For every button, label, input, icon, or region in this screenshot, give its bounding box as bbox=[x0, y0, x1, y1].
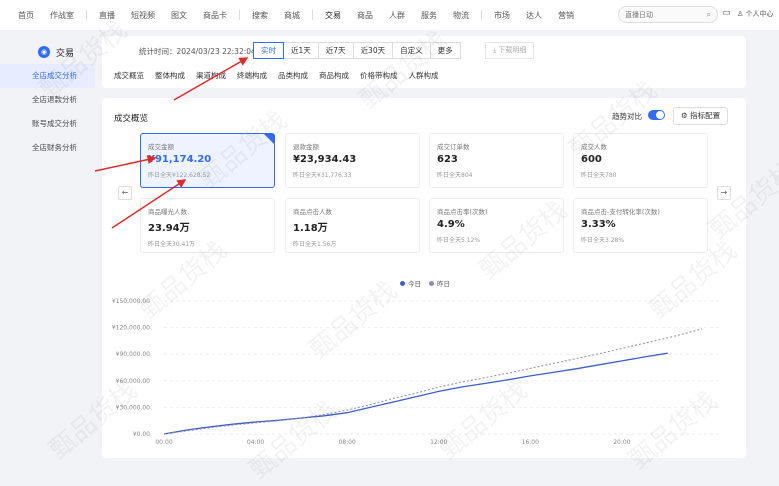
sidebar: ◉ 交易 全店成交分析 全店退款分析 账号成交分析 全店财务分析 bbox=[0, 30, 95, 486]
sidebar-item-store-refund[interactable]: 全店退款分析 bbox=[0, 88, 95, 112]
nav-separator bbox=[86, 10, 87, 20]
search-box[interactable]: ⌕ bbox=[618, 6, 718, 23]
search-icon[interactable]: ⌕ bbox=[707, 10, 711, 20]
sidebar-title: 交易 bbox=[56, 48, 75, 59]
y-tick-label: ¥90,000.00 bbox=[116, 351, 151, 358]
nav-item[interactable]: 交易 bbox=[317, 10, 349, 21]
nav-item[interactable]: 搜索 bbox=[244, 10, 276, 21]
user-center-label[interactable]: 个人中心 bbox=[746, 10, 774, 18]
subtab-channel[interactable]: 渠道构成 bbox=[196, 70, 226, 81]
subtab-price-band[interactable]: 价格带构成 bbox=[360, 70, 398, 81]
x-tick-label: 20:00 bbox=[613, 439, 630, 446]
nav-item[interactable]: 商品卡 bbox=[195, 10, 235, 21]
y-tick-label: ¥150,000.00 bbox=[112, 298, 150, 305]
subtab-category[interactable]: 品类构成 bbox=[278, 70, 308, 81]
nav-item[interactable]: 商品 bbox=[349, 10, 381, 21]
filter-card: 统计时间：2024/03/23 22:32:04 实时 近1天 近7天 近30天… bbox=[102, 36, 746, 88]
x-tick-label: 12:00 bbox=[430, 439, 447, 446]
subtab-overall[interactable]: 整体构成 bbox=[155, 70, 185, 81]
deal-trend-chart: ¥0.00 ¥30,000.00 ¥60,000.00 ¥90,000.00 ¥120,… bbox=[112, 298, 722, 446]
y-tick-label: ¥30,000.00 bbox=[116, 404, 151, 411]
x-tick-label: 04:00 bbox=[247, 439, 264, 446]
x-tick-label: 00:00 bbox=[155, 439, 172, 446]
nav-separator bbox=[481, 10, 482, 20]
y-tick-label: ¥120,000.00 bbox=[112, 325, 150, 332]
subtab-product[interactable]: 商品构成 bbox=[319, 70, 349, 81]
series-line-yesterday bbox=[163, 328, 703, 435]
user-center[interactable]: ♙ 个人中心 bbox=[737, 9, 774, 19]
nav-item[interactable]: 营销 bbox=[550, 10, 582, 21]
y-tick-label: ¥0.00 bbox=[133, 431, 150, 438]
sidebar-header: ◉ 交易 bbox=[0, 30, 95, 64]
nav-item[interactable]: 作战室 bbox=[42, 10, 82, 21]
nav-item[interactable]: 物流 bbox=[445, 10, 477, 21]
range-realtime[interactable]: 实时 bbox=[253, 42, 284, 59]
subtab-overview[interactable]: 成交概览 bbox=[114, 70, 144, 81]
nav-item[interactable]: 人群 bbox=[381, 10, 413, 21]
nav-item[interactable]: 首页 bbox=[10, 10, 42, 21]
sidebar-item-store-finance[interactable]: 全店财务分析 bbox=[0, 136, 95, 160]
subtab-terminal[interactable]: 终端构成 bbox=[237, 70, 267, 81]
sidebar-item-account-deal[interactable]: 账号成交分析 bbox=[0, 112, 95, 136]
series-line-today bbox=[163, 352, 668, 435]
search-input[interactable] bbox=[625, 10, 705, 19]
nav-item[interactable]: 商城 bbox=[276, 10, 308, 21]
nav-separator bbox=[239, 10, 240, 20]
range-7d[interactable]: 近7天 bbox=[317, 42, 354, 59]
nav-item[interactable]: 直播 bbox=[91, 10, 123, 21]
range-1d[interactable]: 近1天 bbox=[283, 42, 319, 59]
range-more[interactable]: 更多 bbox=[429, 42, 461, 59]
stat-time: 统计时间：2024/03/23 22:32:04 bbox=[139, 47, 256, 56]
nav-item[interactable]: 图文 bbox=[163, 10, 195, 21]
message-icon[interactable]: ▭ bbox=[722, 8, 731, 18]
x-tick-label: 08:00 bbox=[339, 439, 356, 446]
range-custom[interactable]: 自定义 bbox=[392, 42, 431, 59]
range-selector: 实时 近1天 近7天 近30天 自定义 更多 bbox=[253, 42, 461, 59]
x-tick-label: 16:00 bbox=[522, 439, 539, 446]
nav-separator bbox=[312, 10, 313, 20]
download-label: 下载明细 bbox=[498, 46, 527, 54]
y-tick-label: ¥60,000.00 bbox=[116, 378, 151, 385]
nav-item[interactable]: 达人 bbox=[518, 10, 550, 21]
nav-item[interactable]: 服务 bbox=[413, 10, 445, 21]
nav-item[interactable]: 市场 bbox=[486, 10, 518, 21]
trade-logo-icon: ◉ bbox=[38, 46, 50, 58]
subtabs: 成交概览 整体构成 渠道构成 终端构成 品类构成 商品构成 价格带构成 人群构成 bbox=[114, 70, 450, 81]
subtab-audience[interactable]: 人群构成 bbox=[409, 70, 439, 81]
download-button[interactable]: ⤓ 下载明细 bbox=[485, 42, 535, 59]
nav-item[interactable]: 短视频 bbox=[123, 10, 163, 21]
range-30d[interactable]: 近30天 bbox=[352, 42, 394, 59]
sidebar-item-store-deal[interactable]: 全店成交分析 bbox=[0, 64, 95, 88]
